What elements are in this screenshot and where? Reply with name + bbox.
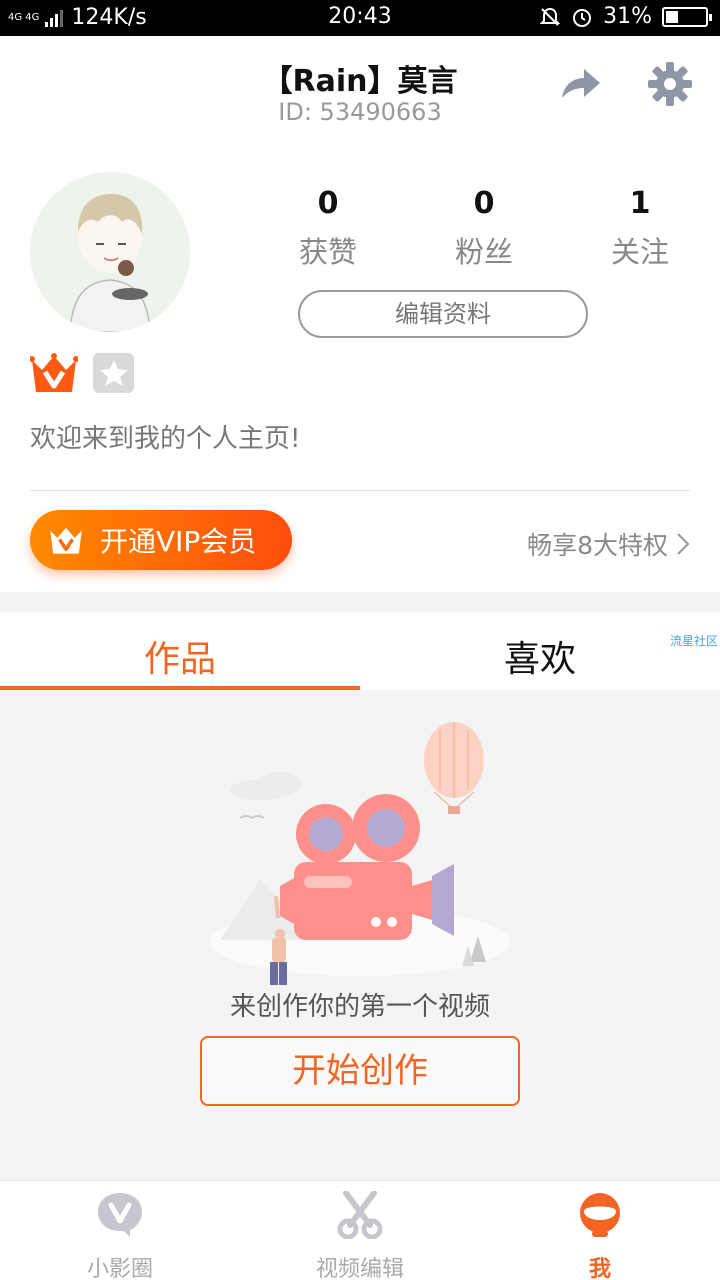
username: 【Rain】莫言 bbox=[262, 64, 458, 99]
edit-profile-button[interactable]: 编辑资料 bbox=[298, 290, 588, 338]
alarm-icon bbox=[573, 8, 592, 27]
watermark: 流星社区 bbox=[669, 634, 718, 648]
nav-label: 小影圈 bbox=[86, 1257, 153, 1280]
start-create-button[interactable]: 开始创作 bbox=[200, 1036, 520, 1106]
nav-item-me[interactable]: 我 bbox=[480, 1181, 720, 1280]
content-tabs: 作品 喜欢 流星社区 bbox=[0, 612, 720, 690]
battery-percent: 31% bbox=[603, 4, 652, 29]
camera-illustration bbox=[210, 722, 510, 985]
avatar-illustration bbox=[30, 172, 190, 332]
level-star-badge[interactable] bbox=[93, 353, 134, 393]
bio-text: 欢迎来到我的个人主页! bbox=[30, 424, 301, 454]
nav-label: 我 bbox=[588, 1257, 611, 1280]
profile-stats: 0 获赞 0 粉丝 1 关注 bbox=[250, 186, 720, 271]
stat-value: 0 bbox=[473, 186, 495, 221]
bottom-navigation: 小影圈 视频编辑 我 bbox=[0, 1180, 720, 1280]
stat-label: 获赞 bbox=[298, 235, 357, 269]
settings-button[interactable] bbox=[646, 60, 694, 108]
stat-following[interactable]: 1 关注 bbox=[562, 186, 718, 271]
vip-privileges-link[interactable]: 畅享8大特权 bbox=[527, 526, 690, 562]
share-arrow-icon bbox=[562, 69, 600, 98]
avatar[interactable] bbox=[30, 172, 190, 332]
bell-muted-icon bbox=[539, 7, 561, 26]
stat-value: 1 bbox=[629, 186, 651, 221]
profile-header: 【Rain】莫言 ID: 53490663 bbox=[0, 36, 720, 136]
status-bar: 4G 4G 124K/s 20:43 31% bbox=[0, 0, 720, 36]
empty-state-message: 来创作你的第一个视频 bbox=[229, 992, 490, 1022]
nav-item-video-edit[interactable]: 视频编辑 bbox=[240, 1181, 480, 1280]
stat-likes[interactable]: 0 获赞 bbox=[250, 186, 406, 271]
chevron-right-icon bbox=[677, 533, 690, 555]
stat-value: 0 bbox=[317, 186, 339, 221]
vip-button-label: 开通VIP会员 bbox=[100, 525, 257, 558]
stat-fans[interactable]: 0 粉丝 bbox=[406, 186, 562, 271]
scissors-icon bbox=[337, 1191, 383, 1239]
profile-face-icon bbox=[580, 1193, 620, 1237]
share-button[interactable] bbox=[556, 60, 604, 108]
user-id: ID: 53490663 bbox=[278, 98, 442, 126]
vip-link-label: 畅享8大特权 bbox=[527, 531, 668, 560]
tab-works[interactable]: 作品 bbox=[0, 630, 360, 682]
nav-label: 视频编辑 bbox=[315, 1257, 404, 1280]
section-separator bbox=[0, 592, 720, 612]
crown-v-icon bbox=[50, 527, 82, 554]
crown-v-icon bbox=[29, 353, 79, 392]
tab-likes[interactable]: 喜欢 bbox=[360, 630, 720, 682]
stat-label: 粉丝 bbox=[454, 235, 513, 269]
chat-bubble-v-icon bbox=[98, 1193, 142, 1237]
works-empty-state: 来创作你的第一个视频 开始创作 bbox=[0, 690, 720, 1180]
stat-label: 关注 bbox=[610, 235, 669, 269]
nav-item-circle[interactable]: 小影圈 bbox=[0, 1181, 240, 1280]
battery-icon bbox=[662, 6, 712, 27]
star-icon bbox=[99, 360, 128, 386]
open-vip-button[interactable]: 开通VIP会员 bbox=[30, 510, 292, 570]
vip-crown-badge[interactable] bbox=[29, 352, 79, 394]
gear-icon bbox=[648, 62, 692, 106]
divider bbox=[30, 490, 690, 491]
